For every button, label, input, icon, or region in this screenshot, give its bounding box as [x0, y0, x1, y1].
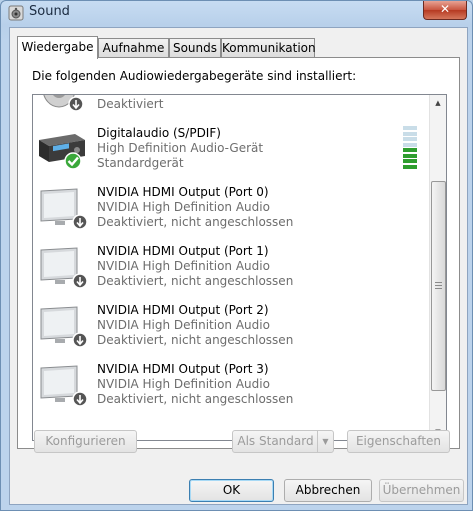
green-check-icon — [64, 152, 82, 170]
volume-level-meter — [403, 126, 417, 170]
device-status: Deaktiviert, nicht angeschlossen — [97, 215, 294, 229]
scrollbar-thumb[interactable] — [431, 181, 446, 391]
level-segment — [403, 159, 417, 163]
tab-kommunikation[interactable]: Kommunikation — [221, 38, 316, 57]
playback-panel: Die folgenden Audiowiedergabegeräte sind… — [17, 57, 460, 453]
scroll-up-arrow-icon[interactable]: ▲ — [430, 95, 446, 111]
monitor-icon — [40, 247, 87, 288]
device-status: Deaktiviert — [97, 97, 164, 111]
device-list-item[interactable]: NVIDIA HDMI Output (Port 1) NVIDIA High … — [33, 236, 429, 295]
device-description: High Definition Audio-Gerät — [97, 141, 264, 155]
monitor-icon — [40, 365, 87, 406]
monitor-icon — [40, 306, 87, 347]
device-list[interactable]: Deaktiviert Digitalaudio (S/PDIF) High D… — [32, 94, 447, 441]
device-name: NVIDIA HDMI Output (Port 3) — [97, 362, 269, 376]
device-status: Deaktiviert, nicht angeschlossen — [97, 392, 294, 406]
level-segment — [403, 142, 417, 147]
device-list-item[interactable]: Digitalaudio (S/PDIF) High Definition Au… — [33, 118, 429, 177]
configure-button[interactable]: Konfigurieren — [34, 430, 137, 453]
level-segment — [403, 153, 417, 158]
device-list-item[interactable]: NVIDIA HDMI Output (Port 0) NVIDIA High … — [33, 177, 429, 236]
device-list-item[interactable]: NVIDIA HDMI Output (Port 3) NVIDIA High … — [33, 354, 429, 413]
grip-icon — [435, 282, 442, 289]
level-segment — [403, 126, 417, 130]
dialog-body: Wiedergabe Aufnahme Sounds Kommunikation… — [9, 27, 468, 505]
close-button[interactable]: ✕ — [423, 1, 467, 20]
level-segment — [403, 131, 417, 136]
title-bar[interactable]: Sound ✕ — [1, 1, 472, 25]
set-default-label: Als Standard — [237, 434, 314, 448]
window-title: Sound — [29, 4, 70, 19]
device-description: NVIDIA High Definition Audio — [97, 200, 270, 214]
device-name: Digitalaudio (S/PDIF) — [97, 126, 221, 140]
vertical-scrollbar[interactable]: ▲ ▼ — [429, 95, 446, 440]
speaker-icon — [8, 5, 24, 21]
tab-sounds[interactable]: Sounds — [169, 38, 221, 57]
device-status: Deaktiviert, nicht angeschlossen — [97, 333, 294, 347]
level-segment — [403, 148, 417, 152]
monitor-icon — [40, 188, 87, 229]
device-status: Deaktiviert, nicht angeschlossen — [97, 274, 294, 288]
device-description: NVIDIA High Definition Audio — [97, 318, 270, 332]
device-list-item[interactable]: NVIDIA HDMI Output (Port 2) NVIDIA High … — [33, 295, 429, 354]
properties-button[interactable]: Eigenschaften — [347, 430, 450, 453]
device-description: NVIDIA High Definition Audio — [97, 259, 270, 273]
apply-button[interactable]: Übernehmen — [379, 479, 464, 502]
tab-aufnahme[interactable]: Aufnahme — [98, 38, 169, 57]
chevron-down-icon[interactable]: ▼ — [317, 431, 333, 452]
level-segment — [403, 137, 417, 141]
device-description: NVIDIA High Definition Audio — [97, 377, 270, 391]
panel-label: Die folgenden Audiowiedergabegeräte sind… — [32, 69, 357, 83]
device-list-item[interactable]: Deaktiviert — [33, 95, 429, 118]
digital-audio-receiver-icon — [39, 134, 85, 170]
device-status: Standardgerät — [97, 156, 184, 170]
cancel-button[interactable]: Abbrechen — [284, 479, 372, 502]
speaker-icon — [43, 95, 84, 111]
sound-dialog: Sound ✕ Wiedergabe Aufnahme Sounds Kommu… — [0, 0, 473, 511]
tab-wiedergabe[interactable]: Wiedergabe — [17, 36, 98, 59]
device-name: NVIDIA HDMI Output (Port 1) — [97, 244, 269, 258]
device-name: NVIDIA HDMI Output (Port 2) — [97, 303, 269, 317]
device-name: NVIDIA HDMI Output (Port 0) — [97, 185, 269, 199]
ok-button[interactable]: OK — [189, 479, 274, 502]
level-segment — [403, 164, 417, 169]
set-default-button[interactable]: Als Standard ▼ — [232, 430, 334, 453]
